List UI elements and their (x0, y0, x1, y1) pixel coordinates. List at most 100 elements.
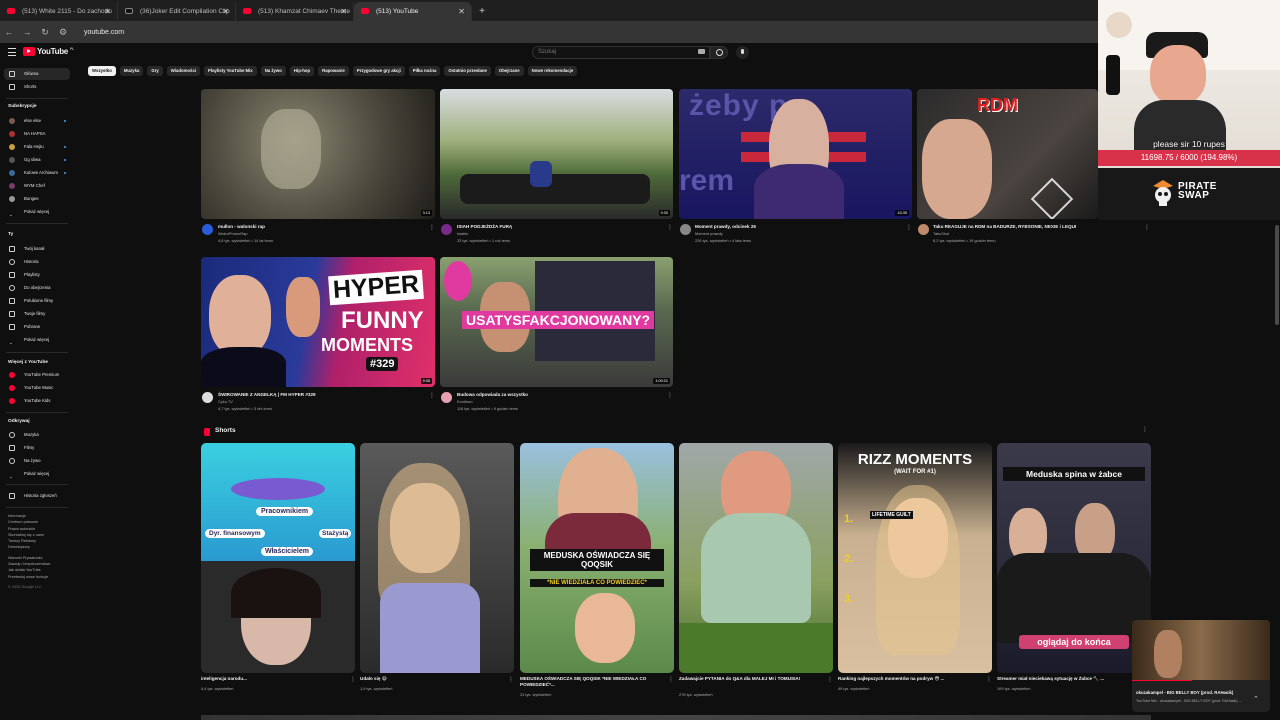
short-thumbnail[interactable] (679, 443, 833, 673)
browser-tab-active[interactable]: (513) YouTube ✕ (354, 2, 472, 21)
short-thumbnail[interactable]: RIZZ MOMENTS (WAIT FOR #1) LIFETIME GUIL… (838, 443, 992, 673)
sidebar-item-home[interactable]: Główna (4, 68, 70, 80)
chip[interactable]: Ostatnio przesłane (444, 66, 491, 76)
short-thumbnail[interactable]: Meduska spina w żabce oglądaj do końca (997, 443, 1151, 673)
channel-avatar[interactable] (202, 224, 213, 235)
sidebar-item-explore-music[interactable]: Muzyka (4, 429, 70, 441)
microphone-icon[interactable] (736, 46, 749, 59)
keyboard-icon[interactable] (698, 49, 705, 54)
short-title[interactable]: Ranking najlepszych momentów na podryw 😳… (838, 676, 984, 682)
more-options-icon[interactable]: ⋮ (667, 392, 673, 399)
page-scrollbar[interactable] (1275, 225, 1279, 325)
more-options-icon[interactable]: ⋮ (1144, 224, 1150, 231)
reload-icon[interactable]: ↻ (36, 27, 54, 38)
chip[interactable]: Rapowanie (318, 66, 349, 76)
video-thumbnail[interactable]: USATYSFAKCJONOWANY? 1:00:21 (440, 257, 673, 387)
more-options-icon[interactable]: ⋮ (1142, 426, 1148, 433)
channel-name[interactable]: Koniburo (457, 398, 473, 405)
more-options-icon[interactable]: ⋮ (429, 224, 435, 231)
more-options-icon[interactable]: ⋮ (906, 224, 912, 231)
sidebar-item-live[interactable]: Na żywo (4, 455, 70, 467)
channel-name[interactable]: WalonPromoRap (218, 230, 247, 237)
short-title[interactable]: Streamer miał nieciekawą sytuację w Żabc… (997, 676, 1143, 682)
video-thumbnail[interactable]: 3:13 (201, 89, 435, 219)
chip[interactable]: Gry (147, 66, 163, 76)
sidebar-item-downloads[interactable]: Pobrane (4, 321, 70, 333)
more-options-icon[interactable]: ⋮ (667, 224, 673, 231)
channel-avatar[interactable] (202, 392, 213, 403)
channel-avatar[interactable] (680, 224, 691, 235)
sidebar-item-subscription[interactable]: NA HAPSA (4, 128, 70, 140)
short-thumbnail[interactable]: MEDUSKA OŚWIADCZA SIĘ QOQSIK *NIE WIEDZI… (520, 443, 674, 673)
close-tab-icon[interactable]: ✕ (104, 2, 111, 21)
sidebar-item-subscription[interactable]: Fala Hejtu (4, 141, 70, 153)
sidebar-show-more[interactable]: ⌄ Pokaż więcej (4, 468, 70, 480)
chip[interactable]: Hip-hop (289, 66, 315, 76)
search-input[interactable]: Szukaj (532, 46, 710, 59)
video-title[interactable]: ISIAH PODJEŻDŻA FURĄ (457, 224, 512, 229)
more-options-icon[interactable]: ⋮ (508, 676, 514, 683)
search-button[interactable] (710, 46, 728, 59)
sidebar-item-subscription[interactable]: Gg sliwa (4, 154, 70, 166)
channel-avatar[interactable] (441, 392, 452, 403)
channel-name[interactable]: Cyku TV (218, 398, 233, 405)
chip[interactable]: Nowe rekomendacje (527, 66, 578, 76)
video-thumbnail[interactable]: 0:30 (440, 89, 673, 219)
miniplayer-title[interactable]: okuzakampel - BIG BELLY BOY (prod. RAHas… (1136, 690, 1233, 695)
sidebar-item-premium[interactable]: YouTube Premium (4, 369, 70, 381)
back-icon[interactable]: ← (0, 27, 18, 37)
sidebar-item-shorts[interactable]: Shorts (4, 81, 70, 93)
chip[interactable]: Przygodowe gry akcji (352, 66, 405, 76)
browser-tab[interactable]: (513) Khamzat Chimaev Theme ✕ (236, 2, 354, 21)
youtube-logo[interactable]: YouTube PL (23, 47, 74, 56)
chip[interactable]: Playlisty YouTube Mix (204, 66, 257, 76)
new-tab-button[interactable]: + (472, 2, 492, 21)
video-thumbnail[interactable]: RDM (917, 89, 1098, 219)
sidebar-item-subscription[interactable]: Bungee (4, 193, 70, 205)
sidebar-item-kids[interactable]: YouTube Kids (4, 395, 70, 407)
sidebar-item-subscription[interactable]: WYM Chef (4, 180, 70, 192)
chip[interactable]: Muzyka (119, 66, 144, 76)
short-title[interactable]: Udało się 😄 (360, 676, 506, 682)
video-title[interactable]: ŚWIROWANIE Z ANGELKĄ | FM HYPER #329 (218, 392, 316, 397)
short-title[interactable]: Zadawajcie PYTANIA do Q&A dla MALEJ MI i… (679, 676, 825, 682)
more-options-icon[interactable]: ⋮ (350, 676, 356, 683)
close-tab-icon[interactable]: ✕ (458, 2, 465, 21)
channel-name[interactable]: Moment prawdy (695, 230, 723, 237)
more-options-icon[interactable]: ⋮ (429, 392, 435, 399)
sidebar-item-subscription[interactable]: else else (4, 115, 70, 127)
chip[interactable]: Piłka nożna (408, 66, 441, 76)
close-tab-icon[interactable]: ✕ (340, 2, 347, 21)
channel-avatar[interactable] (918, 224, 929, 235)
site-info-icon[interactable]: ⚙ (54, 27, 72, 38)
short-thumbnail[interactable]: Pracownikiem Dyr. finansowym Stażystą Wł… (201, 443, 355, 673)
sidebar-item-history[interactable]: Historia (4, 256, 70, 268)
channel-name[interactable]: Isiahtv (457, 230, 468, 237)
sidebar-item-your-videos[interactable]: Twoje filmy (4, 308, 70, 320)
short-thumbnail[interactable] (360, 443, 514, 673)
sidebar-item-liked[interactable]: Polubione filmy (4, 295, 70, 307)
chip[interactable]: Wszystko (88, 66, 116, 76)
more-options-icon[interactable]: ⋮ (986, 676, 992, 683)
miniplayer[interactable]: okuzakampel - BIG BELLY BOY (prod. RAHas… (1132, 620, 1270, 712)
chip[interactable]: Obejrzane (494, 66, 524, 76)
subscriptions-heading[interactable]: Subskrypcje (8, 104, 37, 109)
channel-name[interactable]: TakuShot (933, 230, 949, 237)
video-title[interactable]: Budowa odpowiada za wszystko (457, 392, 528, 397)
browser-tab[interactable]: (513) White 2115 - Do zachodu ✕ (0, 2, 118, 21)
sidebar-item-report-history[interactable]: Historia zgłoszeń (4, 490, 70, 502)
miniplayer-video[interactable] (1132, 620, 1270, 680)
chip[interactable]: Wiadomości (166, 66, 201, 76)
sidebar-item-watch-later[interactable]: Do obejrzenia (4, 282, 70, 294)
video-thumbnail[interactable]: HYPER FUNNY MOMENTS #329 9:08 (201, 257, 435, 387)
more-options-icon[interactable]: ⋮ (827, 676, 833, 683)
video-title[interactable]: mullon - walonski rap (218, 224, 265, 229)
browser-tab[interactable]: (36)Joker Edit Compilation Clip ✕ (118, 2, 236, 21)
sidebar-show-more[interactable]: ⌄ Pokaż więcej (4, 334, 70, 346)
sidebar-item-your-channel[interactable]: Twój kanał (4, 243, 70, 255)
sidebar-item-movies[interactable]: Filmy (4, 442, 70, 454)
sidebar-item-playlists[interactable]: Playlisty (4, 269, 70, 281)
url-field[interactable]: youtube.com (84, 29, 124, 36)
video-title[interactable]: Moment prawdy, odcinek 25 (695, 224, 756, 229)
chip[interactable]: Na żywo (260, 66, 286, 76)
